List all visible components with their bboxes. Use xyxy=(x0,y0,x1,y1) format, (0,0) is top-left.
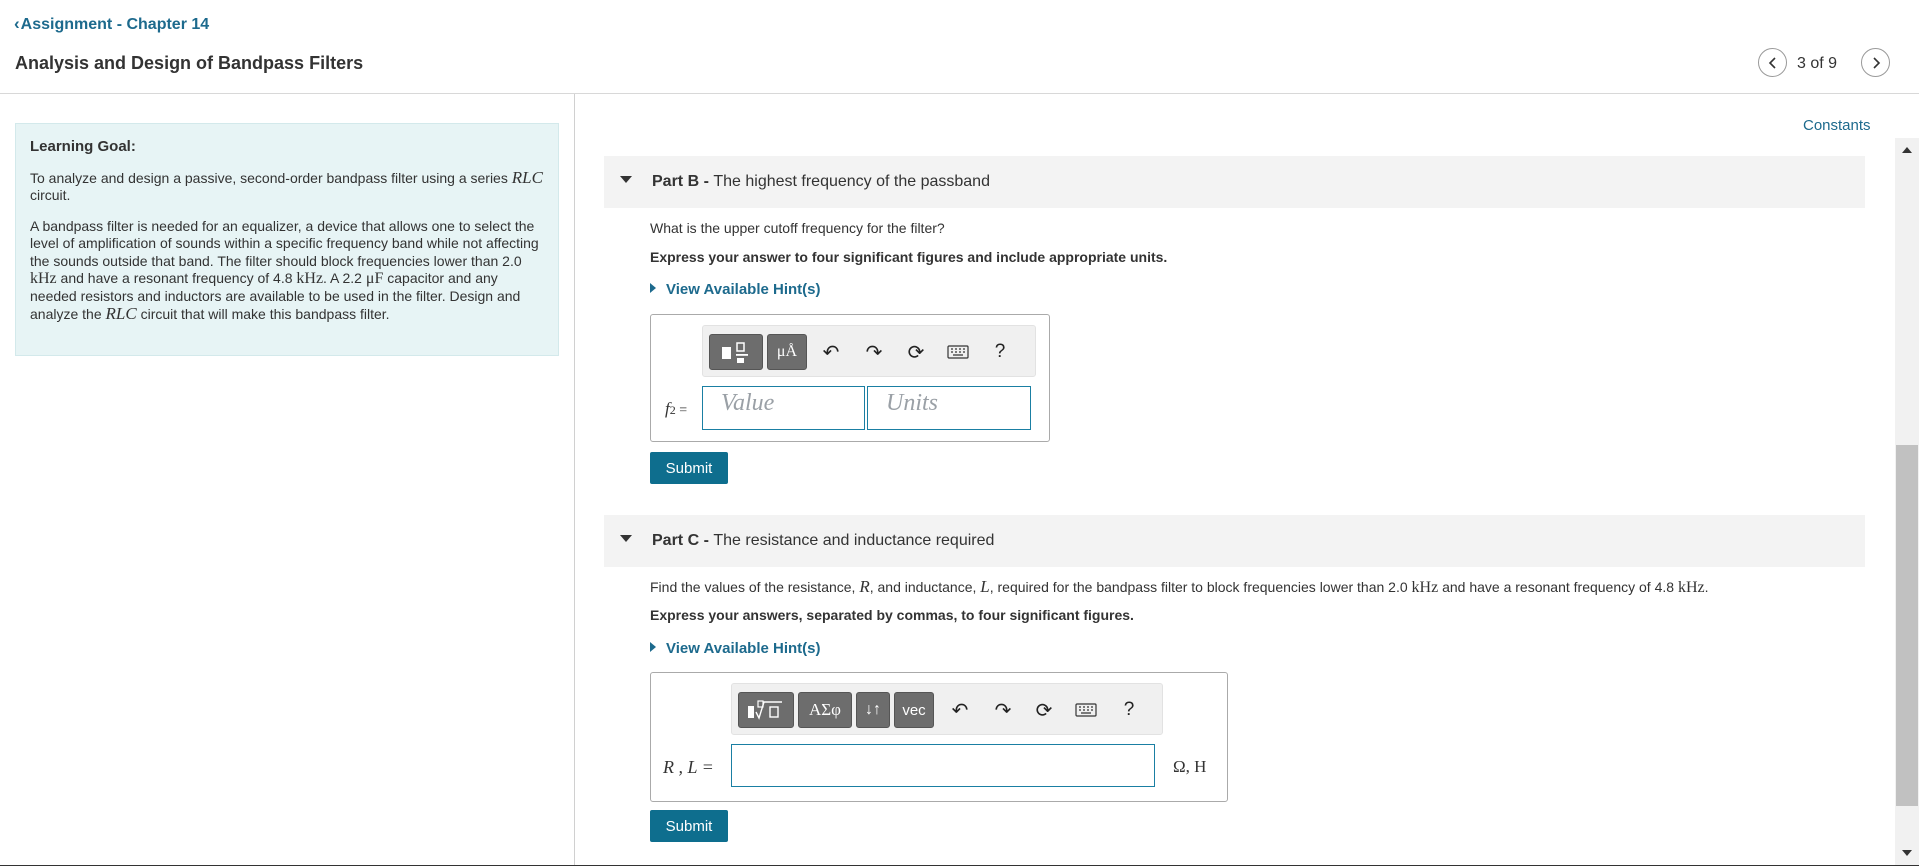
chevron-left-icon xyxy=(1768,56,1776,69)
help-button[interactable]: ? xyxy=(1115,696,1143,724)
part-b-title: Part B - The highest frequency of the pa… xyxy=(652,173,990,191)
math-toolbar: μÅ ↶ ↷ ⟳ ? xyxy=(702,325,1036,377)
units-label: Ω, H xyxy=(1173,757,1207,776)
reset-icon[interactable]: ⟳ xyxy=(1030,696,1058,724)
part-c-answer-box: ΑΣφ ↓↑ vec ↶ ↷ ⟳ ? R , L = Ω, H xyxy=(650,672,1228,802)
constants-link[interactable]: Constants xyxy=(1803,117,1871,134)
redo-icon[interactable]: ↷ xyxy=(989,696,1017,724)
help-button[interactable]: ? xyxy=(986,338,1014,366)
keyboard-icon[interactable] xyxy=(1072,696,1100,724)
subscript-superscript-button[interactable]: ↓↑ xyxy=(856,692,890,728)
learning-goal-heading: Learning Goal: xyxy=(30,138,136,155)
part-c-title-text: The resistance and inductance required xyxy=(713,532,995,549)
value-input[interactable]: Value xyxy=(702,386,865,430)
caret-down-icon xyxy=(620,535,632,542)
back-to-assignment-link[interactable]: ‹Assignment - Chapter 14 xyxy=(14,14,209,34)
templates-radical-icon xyxy=(748,700,782,720)
q-text-segment: . xyxy=(1704,579,1709,595)
q-text-segment: and have a resonant frequency of 4.8 xyxy=(1438,579,1678,595)
lg-text-segment: circuit. xyxy=(30,187,71,203)
greek-symbols-button[interactable]: ΑΣφ xyxy=(798,692,852,728)
redo-icon[interactable]: ↷ xyxy=(860,338,888,366)
part-c-question: Find the values of the resistance, R, an… xyxy=(650,577,1708,597)
math-khz: kHz xyxy=(1411,579,1439,596)
part-b-submit-button[interactable]: Submit xyxy=(650,452,728,484)
lg-text-segment: A bandpass filter is needed for an equal… xyxy=(30,217,539,269)
lg-text-segment: and have a resonant frequency of 4.8 xyxy=(56,270,297,286)
scrollbar-thumb[interactable] xyxy=(1896,445,1918,806)
part-c-header[interactable]: Part C - The resistance and inductance r… xyxy=(604,515,1865,567)
hint-label: View Available Hint(s) xyxy=(666,281,821,298)
caret-right-icon xyxy=(650,642,656,652)
math-toolbar: ΑΣφ ↓↑ vec ↶ ↷ ⟳ ? xyxy=(731,683,1163,735)
undo-icon[interactable]: ↶ xyxy=(946,696,974,724)
learning-goal-panel: Learning Goal: To analyze and design a p… xyxy=(15,123,559,356)
templates-button[interactable] xyxy=(709,334,763,370)
hint-label: View Available Hint(s) xyxy=(666,640,821,657)
part-b-title-text: The highest frequency of the passband xyxy=(713,173,990,190)
scroll-down-arrow-icon[interactable] xyxy=(1902,850,1912,856)
problem-description: A bandpass filter is needed for an equal… xyxy=(30,218,544,324)
answer-input[interactable] xyxy=(731,744,1155,787)
templates-icon xyxy=(722,342,748,363)
header-divider xyxy=(0,93,1919,94)
scroll-up-arrow-icon[interactable] xyxy=(1902,147,1912,153)
part-b-label: Part B - xyxy=(652,173,714,190)
learning-goal-text: To analyze and design a passive, second-… xyxy=(30,167,544,205)
math-l: L xyxy=(980,577,990,596)
rl-variable-label: R , L = xyxy=(663,757,714,777)
part-c-submit-button[interactable]: Submit xyxy=(650,810,728,842)
column-divider xyxy=(574,94,575,866)
math-khz: kHz xyxy=(1677,579,1705,596)
q-text-segment: , and inductance, xyxy=(869,579,981,595)
part-c-instruction: Express your answers, separated by comma… xyxy=(650,607,1134,623)
part-b-instruction: Express your answer to four significant … xyxy=(650,249,1168,265)
f2-variable-label: f2 = xyxy=(665,399,687,419)
caret-down-icon xyxy=(620,176,632,183)
chevron-left-icon: ‹ xyxy=(14,14,20,33)
q-text-segment: Find the values of the resistance, xyxy=(650,579,860,595)
vector-button[interactable]: vec xyxy=(894,692,934,728)
part-b-header[interactable]: Part B - The highest frequency of the pa… xyxy=(604,156,1865,208)
part-c-title: Part C - The resistance and inductance r… xyxy=(652,532,994,550)
keyboard-icon[interactable] xyxy=(944,338,972,366)
math-rlc: RLC xyxy=(511,167,543,187)
part-b-hints-toggle[interactable]: View Available Hint(s) xyxy=(650,281,821,298)
part-c-label: Part C - xyxy=(652,532,714,549)
part-b-answer-box: μÅ ↶ ↷ ⟳ ? f2 = Value Units xyxy=(650,314,1050,442)
page-title: Analysis and Design of Bandpass Filters xyxy=(15,53,364,73)
lg-text-segment: circuit that will make this bandpass fil… xyxy=(136,306,390,322)
vertical-scrollbar[interactable] xyxy=(1895,138,1919,866)
lg-text-segment: . A 2.2 xyxy=(323,270,366,286)
q-text-segment: , required for the bandpass filter to bl… xyxy=(989,579,1412,595)
undo-icon[interactable]: ↶ xyxy=(817,338,845,366)
math-rlc: RLC xyxy=(105,304,137,323)
back-link-label: Assignment - Chapter 14 xyxy=(20,16,210,33)
item-counter: 3 of 9 xyxy=(1797,55,1838,72)
part-b-question: What is the upper cutoff frequency for t… xyxy=(650,220,945,236)
previous-item-button[interactable] xyxy=(1758,48,1787,77)
part-c-hints-toggle[interactable]: View Available Hint(s) xyxy=(650,640,821,657)
math-khz: kHz xyxy=(296,270,324,287)
var-equals: = xyxy=(675,403,688,418)
templates-button[interactable] xyxy=(738,692,794,728)
math-khz: kHz xyxy=(30,270,57,287)
units-input[interactable]: Units xyxy=(867,386,1031,430)
chevron-right-icon xyxy=(1872,56,1880,69)
reset-icon[interactable]: ⟳ xyxy=(902,338,930,366)
caret-right-icon xyxy=(650,283,656,293)
lg-text-segment: To analyze and design a passive, second-… xyxy=(30,169,512,186)
units-button[interactable]: μÅ xyxy=(767,334,807,370)
math-r: R xyxy=(859,577,870,596)
next-item-button[interactable] xyxy=(1861,48,1890,77)
math-uf: μF xyxy=(365,270,384,287)
